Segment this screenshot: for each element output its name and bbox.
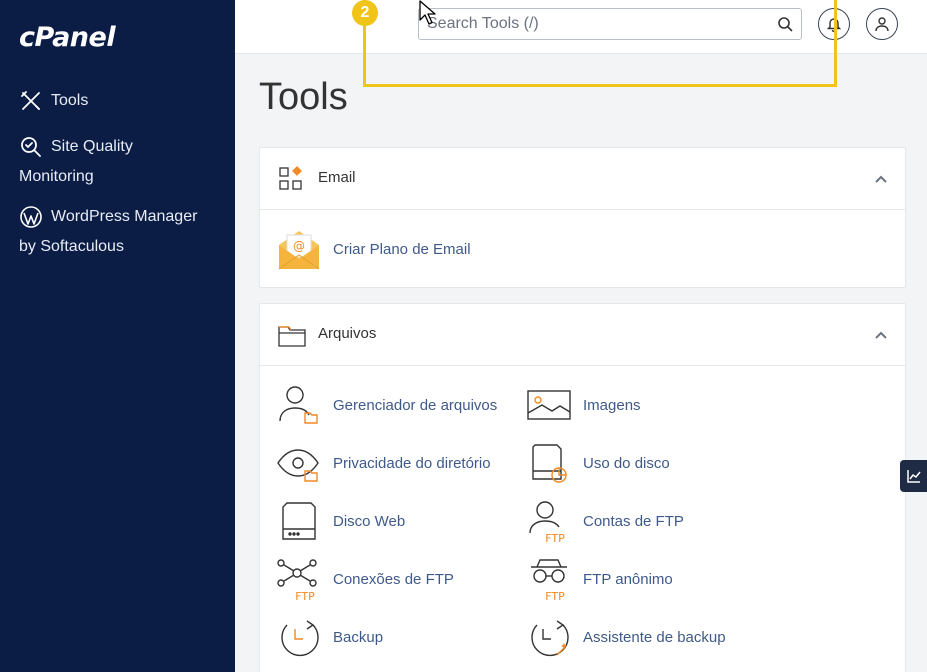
backup-icon — [281, 620, 319, 657]
tool-label: Uso do disco — [583, 454, 670, 472]
sidebar-item-label: Site Quality — [51, 138, 133, 155]
svg-text:FTP: FTP — [295, 590, 315, 601]
tool-label: Backup — [333, 628, 384, 646]
tool-label: Gerenciador de arquivos — [333, 396, 498, 414]
cpanel-logo[interactable]: cPanel — [19, 22, 116, 53]
user-icon — [875, 17, 889, 32]
svg-text:@: @ — [293, 239, 305, 253]
ftp-accounts-icon: FTP — [529, 501, 565, 543]
backup-wizard-icon — [531, 620, 569, 657]
files-section-header[interactable]: Arquivos — [260, 304, 905, 366]
directory-privacy-icon — [277, 449, 319, 482]
email-section-header[interactable]: Email — [260, 148, 905, 210]
web-disk-icon — [282, 502, 316, 540]
files-section: Arquivos Gerenciador de arquivos Imagens… — [259, 303, 906, 672]
anonymous-ftp-icon: FTP — [531, 559, 567, 601]
stats-side-tab[interactable] — [900, 460, 927, 492]
tool-label: Criar Plano de Email — [333, 240, 471, 258]
tool-label: Imagens — [583, 396, 641, 414]
chevron-up-icon[interactable] — [873, 328, 889, 342]
svg-text:FTP: FTP — [545, 590, 565, 601]
tool-label: Conexões de FTP — [333, 570, 454, 588]
tool-assistente-de-backup[interactable]: Assistente de backup — [527, 615, 726, 659]
images-icon — [527, 390, 571, 420]
tool-conexoes-de-ftp[interactable]: FTP Conexões de FTP — [277, 557, 454, 601]
sidebar-item-label-line2: Monitoring — [19, 168, 94, 185]
email-section: Email @ Criar Plano de Email — [259, 147, 906, 288]
tool-backup[interactable]: Backup — [277, 615, 383, 659]
svg-text:FTP: FTP — [545, 532, 565, 543]
tool-imagens[interactable]: Imagens — [527, 383, 641, 427]
disk-usage-icon — [532, 444, 567, 483]
sidebar-item-label: WordPress Manager — [51, 208, 198, 225]
section-title: Email — [318, 169, 356, 186]
tool-contas-de-ftp[interactable]: FTP Contas de FTP — [527, 499, 684, 543]
ftp-connections-icon: FTP — [277, 559, 317, 601]
sidebar-item-tools[interactable]: Tools — [19, 86, 224, 116]
chevron-up-icon[interactable] — [873, 172, 889, 186]
tool-uso-do-disco[interactable]: Uso do disco — [527, 441, 670, 485]
tool-disco-web[interactable]: Disco Web — [277, 499, 405, 543]
sidebar: cPanel Tools Site Quality Monitoring Wor… — [0, 0, 235, 672]
sidebar-item-label: Tools — [51, 92, 89, 109]
tool-label: Privacidade do diretório — [333, 454, 491, 472]
annotation-badge: 2 — [352, 0, 378, 26]
email-category-icon — [279, 166, 302, 190]
folder-icon — [278, 326, 306, 347]
user-account-button[interactable] — [866, 8, 898, 40]
tool-label: Contas de FTP — [583, 512, 684, 530]
file-manager-icon — [279, 386, 318, 424]
tools-icon — [21, 91, 40, 110]
tool-gerenciador-de-arquivos[interactable]: Gerenciador de arquivos — [277, 383, 497, 427]
tool-label: Assistente de backup — [583, 628, 726, 646]
wordpress-icon — [20, 206, 42, 228]
tool-privacidade-do-diretorio[interactable]: Privacidade do diretório — [277, 441, 491, 485]
tool-label: Disco Web — [333, 512, 406, 530]
chart-icon — [906, 470, 921, 483]
tool-label: FTP anônimo — [583, 570, 673, 588]
sidebar-item-site-quality[interactable]: Site Quality Monitoring — [19, 132, 224, 192]
tool-ftp-anonimo[interactable]: FTP FTP anônimo — [527, 557, 673, 601]
sidebar-item-label-line2: by Softaculous — [19, 238, 124, 255]
site-quality-icon — [21, 137, 41, 157]
email-envelope-icon: @ — [278, 231, 320, 270]
mouse-cursor-icon — [419, 0, 436, 25]
page-title: Tools — [259, 76, 348, 118]
sidebar-item-wordpress[interactable]: WordPress Manager by Softaculous — [19, 202, 224, 262]
tool-criar-plano-de-email[interactable]: @ Criar Plano de Email — [277, 227, 471, 271]
section-title: Arquivos — [318, 325, 377, 342]
